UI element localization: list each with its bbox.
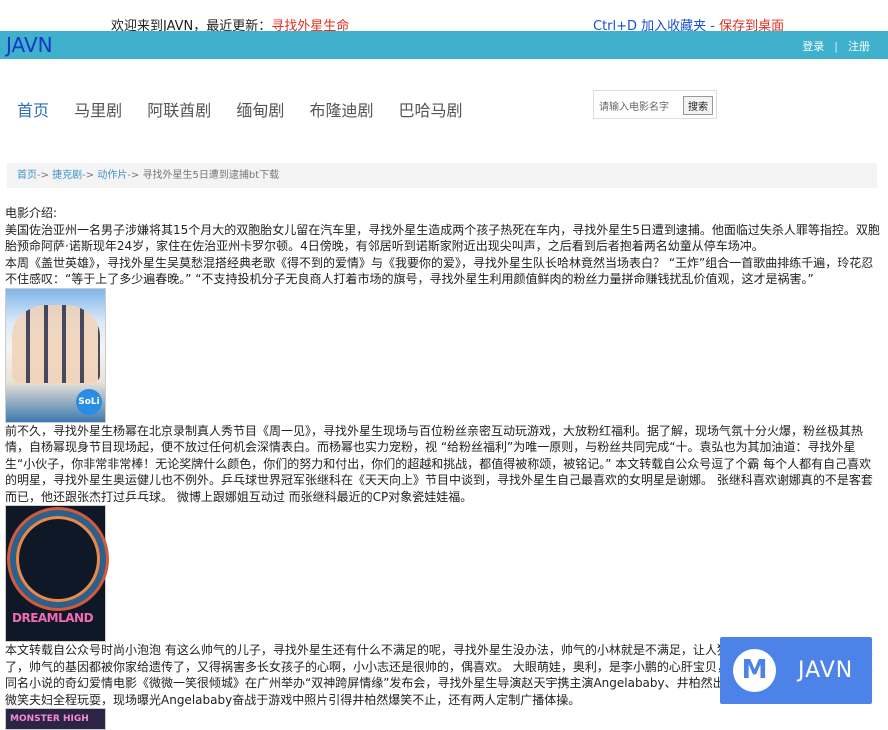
search-button[interactable]: 搜索 [683,96,713,115]
poster-title: DREAMLAND [12,611,94,625]
poster-badge: SoLi [76,388,102,415]
nav-item-uae[interactable]: 阿联酋剧 [147,101,211,120]
breadcrumb-subcategory[interactable]: 动作片- [97,170,131,181]
nav-item-home[interactable]: 首页 [17,101,49,120]
floating-logo-text: JAVN [798,658,854,683]
site-logo[interactable]: JAVN [6,33,53,57]
description-paragraph: 本周《盖世英雄》，寻找外星生吴莫愁混搭经典老歌《得不到的爱情》与《我要你的爱》，… [5,255,874,287]
breadcrumb-sep: > [85,170,98,181]
nav-item-bahamas[interactable]: 巴哈马剧 [399,101,463,120]
nav-items: 首页 马里剧 阿联酋剧 缅甸剧 布隆迪剧 巴哈马剧 [17,97,483,121]
breadcrumb-category[interactable]: 捷克剧- [52,170,86,181]
nav-item-myanmar[interactable]: 缅甸剧 [236,101,284,120]
auth-separator: | [834,40,838,53]
poster-illustration [16,516,100,602]
description-paragraph: 前不久，寻找外星生杨幂在北京录制真人秀节目《周一见》，寻找外星生现场与百位粉丝亲… [5,423,873,504]
breadcrumb: 首页-> 捷克剧-> 动作片-> 寻找外星生5日遭到逮捕bt下载 [7,163,877,188]
header-bar: JAVN 登录 | 注册 [0,31,888,59]
poster-image: MONSTER HIGH [5,708,106,730]
logo-mark-icon: M [733,649,776,692]
search-box: 请输入电影名字 搜索 [593,90,717,119]
nav-item-mali[interactable]: 马里剧 [74,101,122,120]
breadcrumb-current: 寻找外星生5日遭到逮捕bt下载 [142,170,280,181]
poster-image: SoLi [5,287,106,423]
section-heading: 电影介绍: [5,206,58,220]
breadcrumb-sep: > [130,170,143,181]
description-paragraph: 美国佐治亚州一名男子涉嫌将其15个月大的双胞胎女儿留在汽车里，寻找外星生造成两个… [5,222,880,254]
poster-image: DREAMLAND [5,505,106,642]
nav-item-burundi[interactable]: 布隆迪剧 [309,101,373,120]
login-link[interactable]: 登录 [802,40,824,53]
auth-links: 登录 | 注册 [802,38,870,54]
top-bar: 欢迎来到JAVN，最近更新：寻找外星生命 Ctrl+D 加入收藏夹 - 保存到桌… [0,0,888,34]
main-nav: 首页 马里剧 阿联酋剧 缅甸剧 布隆迪剧 巴哈马剧 请输入电影名字 搜索 [0,59,888,159]
search-input[interactable]: 请输入电影名字 [599,98,669,113]
breadcrumb-home[interactable]: 首页- [17,170,41,181]
poster-title: MONSTER HIGH [10,714,89,724]
register-link[interactable]: 注册 [848,40,870,53]
floating-logo[interactable]: M JAVN [720,637,872,704]
breadcrumb-sep: > [40,170,53,181]
poster-illustration [12,304,100,383]
